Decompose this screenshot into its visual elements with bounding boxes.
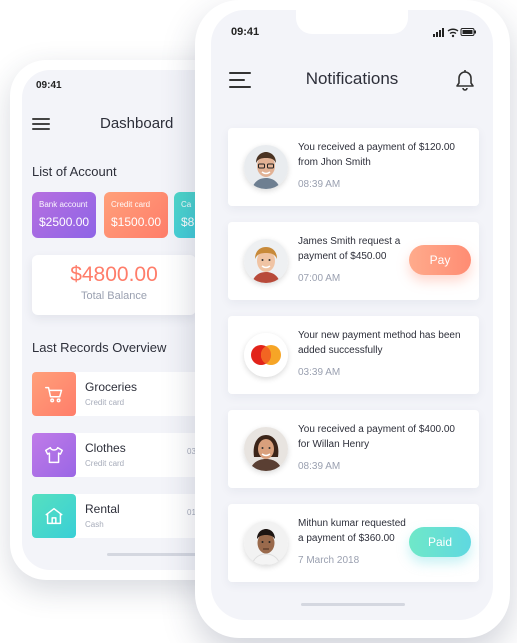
notification-time: 07:00 AM	[298, 273, 341, 284]
status-time: 09:41	[231, 26, 260, 38]
record-method: Credit card	[85, 459, 125, 468]
mastercard-logo	[244, 333, 288, 377]
notification-message: James Smith request a payment of $450.00	[298, 236, 401, 262]
bell-icon[interactable]	[455, 69, 475, 91]
menu-icon[interactable]	[32, 118, 50, 130]
record-method: Cash	[85, 520, 104, 529]
notification-message: Your new payment method has been added s…	[298, 330, 461, 356]
account-label: Credit card	[111, 200, 151, 209]
notification-message: Mithun kumar requested a payment of $360…	[298, 518, 406, 544]
shirt-icon	[32, 433, 76, 477]
avatar	[244, 521, 288, 565]
notification-time: 7 March 2018	[298, 555, 360, 566]
notification-message: You received a payment of $400.00 for Wi…	[298, 424, 455, 450]
accounts-heading: List of Account	[32, 164, 117, 179]
total-balance-card: $4800.00 Total Balance	[32, 255, 196, 315]
account-card-bank[interactable]: Bank account $2500.00	[32, 192, 96, 238]
notification-message: You received a payment of $120.00 from J…	[298, 142, 455, 168]
house-icon	[32, 494, 76, 538]
notifications-screen: 09:41 Notifications You received a payme…	[211, 10, 493, 620]
page-title: Dashboard	[100, 115, 174, 132]
notifications-phone: 09:41 Notifications You received a payme…	[195, 0, 510, 638]
home-indicator	[301, 603, 405, 606]
notification-item[interactable]: Your new payment method has been added s…	[228, 316, 479, 394]
record-method: Credit card	[85, 398, 125, 407]
notification-item[interactable]: James Smith request a payment of $450.00…	[228, 222, 479, 300]
status-time: 09:41	[36, 80, 62, 91]
notification-item[interactable]: Mithun kumar requested a payment of $360…	[228, 504, 479, 582]
paid-button[interactable]: Paid	[409, 527, 471, 557]
account-card-credit[interactable]: Credit card $1500.00	[104, 192, 168, 238]
records-heading: Last Records Overview	[32, 340, 167, 355]
account-amount: $2500.00	[39, 215, 90, 229]
record-name: Rental	[85, 502, 120, 516]
phone-notch	[296, 10, 408, 34]
notification-time: 03:39 AM	[298, 367, 341, 378]
avatar	[244, 239, 288, 283]
notification-time: 08:39 AM	[298, 461, 341, 472]
total-balance-amount: $4800.00	[70, 263, 158, 286]
avatar	[244, 427, 288, 471]
page-title: Notifications	[305, 69, 399, 88]
notification-time: 08:39 AM	[298, 179, 341, 190]
cart-icon	[32, 372, 76, 416]
status-icons	[433, 28, 476, 38]
notification-item[interactable]: You received a payment of $120.00 from J…	[228, 128, 479, 206]
account-amount: $1500.00	[111, 215, 162, 229]
total-balance-label: Total Balance	[80, 290, 148, 302]
record-name: Clothes	[85, 441, 126, 455]
notification-item[interactable]: You received a payment of $400.00 for Wi…	[228, 410, 479, 488]
account-label: Bank account	[39, 200, 88, 209]
record-name: Groceries	[85, 380, 138, 394]
pay-button[interactable]: Pay	[409, 245, 471, 275]
avatar	[244, 145, 288, 189]
